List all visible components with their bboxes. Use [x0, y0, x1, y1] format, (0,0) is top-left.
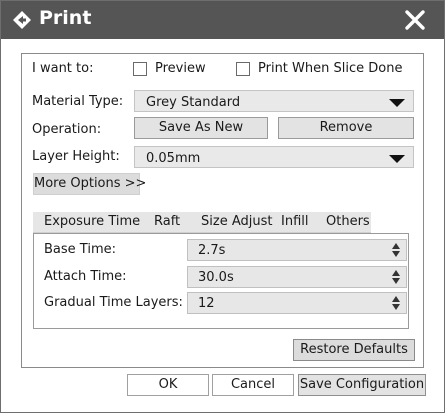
layer-height-value: 0.05mm: [146, 151, 201, 166]
base-time-value: 2.7s: [198, 243, 226, 258]
spin-up-icon[interactable]: [392, 243, 400, 249]
print-when-done-label: Print When Slice Done: [258, 61, 403, 76]
i-want-to-label: I want to:: [32, 61, 94, 76]
settings-tabs: Exposure Time Raft Size Adjust Infill Ot…: [33, 212, 371, 233]
close-icon[interactable]: [401, 7, 429, 33]
layer-height-label: Layer Height:: [32, 149, 120, 164]
remove-button[interactable]: Remove: [278, 117, 414, 139]
ok-button[interactable]: OK: [127, 374, 209, 396]
operation-label: Operation:: [32, 122, 102, 137]
chevron-down-icon: [389, 99, 405, 107]
save-configuration-button[interactable]: Save Configuration: [298, 374, 426, 396]
base-time-label: Base Time:: [44, 242, 116, 257]
chevron-down-icon: [389, 155, 405, 163]
window-title: Print: [39, 7, 92, 29]
attach-time-spinbox[interactable]: 30.0s: [187, 266, 407, 288]
exposure-time-panel: Base Time: 2.7s Attach Time: 30.0s Gradu…: [33, 233, 409, 329]
material-type-select[interactable]: Grey Standard: [134, 90, 414, 112]
tab-exposure-time[interactable]: Exposure Time: [44, 214, 140, 229]
more-options-button[interactable]: More Options >>: [33, 173, 146, 195]
settings-panel: I want to: Preview Print When Slice Done…: [21, 53, 424, 368]
material-type-label: Material Type:: [32, 94, 124, 109]
title-bar: Print: [1, 1, 444, 39]
tab-size-adjust[interactable]: Size Adjust: [201, 214, 272, 229]
cancel-button[interactable]: Cancel: [212, 374, 294, 396]
attach-time-label: Attach Time:: [44, 269, 127, 284]
material-type-value: Grey Standard: [146, 95, 241, 110]
gradual-time-layers-spinbox[interactable]: 12: [187, 292, 407, 314]
attach-time-value: 30.0s: [198, 270, 234, 285]
print-when-done-checkbox[interactable]: [236, 62, 250, 76]
restore-defaults-button[interactable]: Restore Defaults: [293, 339, 415, 361]
tab-raft[interactable]: Raft: [154, 214, 180, 229]
spin-up-icon[interactable]: [392, 270, 400, 276]
app-logo-icon: [13, 11, 31, 29]
spin-down-icon[interactable]: [392, 304, 400, 310]
spin-down-icon[interactable]: [392, 251, 400, 257]
preview-label: Preview: [155, 61, 206, 76]
base-time-spinbox[interactable]: 2.7s: [187, 239, 407, 261]
layer-height-select[interactable]: 0.05mm: [134, 146, 414, 168]
spin-down-icon[interactable]: [392, 278, 400, 284]
print-dialog: Print I want to: Preview Print When Slic…: [0, 0, 445, 413]
preview-checkbox[interactable]: [133, 62, 147, 76]
gradual-time-layers-label: Gradual Time Layers:: [44, 295, 183, 310]
tab-others[interactable]: Others: [326, 214, 370, 229]
gradual-time-layers-value: 12: [198, 296, 215, 311]
save-as-new-button[interactable]: Save As New: [134, 117, 268, 139]
spin-up-icon[interactable]: [392, 296, 400, 302]
tab-infill[interactable]: Infill: [281, 214, 309, 229]
